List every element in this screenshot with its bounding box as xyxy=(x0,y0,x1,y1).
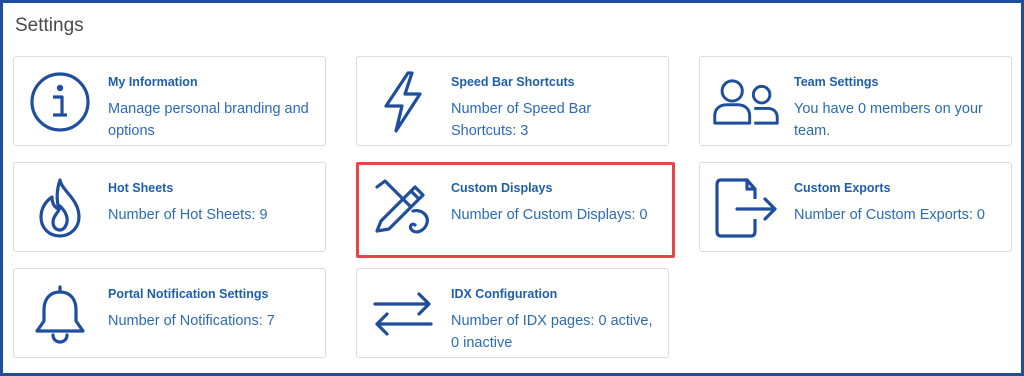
card-title: My Information xyxy=(108,75,198,89)
card-my-information[interactable]: My Information Manage personal branding … xyxy=(13,56,326,146)
card-title: Custom Displays xyxy=(451,181,553,195)
card-speed-bar-shortcuts[interactable]: Speed Bar Shortcuts Number of Speed Bar … xyxy=(356,56,669,146)
page-title: Settings xyxy=(15,15,84,36)
card-description: Number of IDX pages: 0 active, 0 inactiv… xyxy=(451,313,653,351)
card-title: IDX Configuration xyxy=(451,287,558,301)
card-title: Custom Exports xyxy=(794,181,891,195)
flame-icon xyxy=(26,175,94,241)
card-portal-notification-settings[interactable]: Portal Notification Settings Number of N… xyxy=(13,268,326,358)
info-icon xyxy=(26,69,94,135)
bell-icon xyxy=(26,281,94,347)
card-description: Number of Speed Bar Shortcuts: 3 xyxy=(451,101,592,139)
settings-panel: Settings My Information Manage personal … xyxy=(0,0,1024,376)
card-description: Number of Notifications: 7 xyxy=(108,313,275,329)
card-title: Portal Notification Settings xyxy=(108,287,269,301)
card-idx-configuration[interactable]: IDX Configuration Number of IDX pages: 0… xyxy=(356,268,669,358)
card-title: Hot Sheets xyxy=(108,181,174,195)
card-description: Number of Custom Displays: 0 xyxy=(451,207,648,223)
card-team-settings[interactable]: Team Settings You have 0 members on your… xyxy=(699,56,1012,146)
card-description: Number of Custom Exports: 0 xyxy=(794,207,985,223)
card-description: Manage personal branding and options xyxy=(108,101,309,139)
card-description: You have 0 members on your team. xyxy=(794,101,983,139)
card-title: Team Settings xyxy=(794,75,879,89)
card-title: Speed Bar Shortcuts xyxy=(451,75,575,89)
lightning-icon xyxy=(369,69,437,135)
card-description: Number of Hot Sheets: 9 xyxy=(108,207,268,223)
card-custom-displays[interactable]: Custom Displays Number of Custom Display… xyxy=(356,162,675,258)
swap-arrows-icon xyxy=(369,281,437,347)
team-icon xyxy=(712,69,780,135)
card-hot-sheets[interactable]: Hot Sheets Number of Hot Sheets: 9 xyxy=(13,162,326,252)
card-custom-exports[interactable]: Custom Exports Number of Custom Exports:… xyxy=(699,162,1012,252)
file-export-icon xyxy=(712,175,780,241)
pencil-brush-icon xyxy=(369,175,437,241)
